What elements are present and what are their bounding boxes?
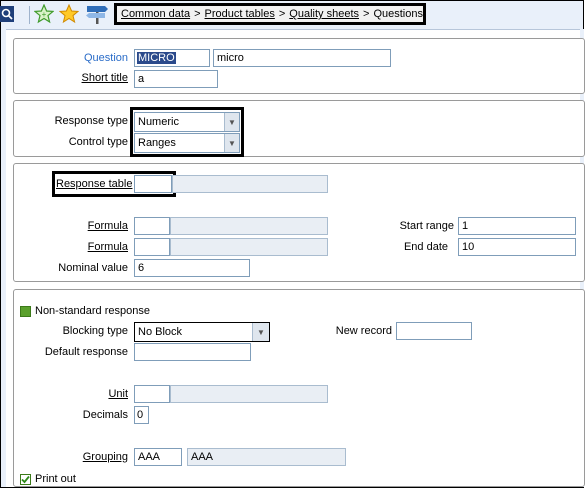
breadcrumb-separator: > xyxy=(194,8,201,20)
grouping-label[interactable]: Grouping xyxy=(60,451,128,463)
nominal-value-field[interactable]: 6 xyxy=(134,259,250,277)
default-response-field[interactable] xyxy=(134,343,251,361)
response-table-field[interactable] xyxy=(134,175,172,193)
breadcrumb-separator: > xyxy=(278,8,286,20)
favorite-add-icon[interactable]: + xyxy=(34,4,54,24)
default-response-label: Default response xyxy=(44,346,128,358)
breadcrumb-common-data[interactable]: Common data xyxy=(121,8,190,20)
response-table-description xyxy=(172,175,328,193)
formula-label-2[interactable]: Formula xyxy=(60,241,128,253)
new-record-label: New record xyxy=(335,325,392,337)
checkmark-icon xyxy=(21,475,30,483)
formula-label-1[interactable]: Formula xyxy=(60,220,128,232)
unit-field[interactable] xyxy=(134,385,170,403)
blocking-type-select[interactable]: No Block ▼ xyxy=(134,322,270,342)
breadcrumb-questions: Questions xyxy=(373,8,423,20)
breadcrumb-separator: > xyxy=(363,8,370,20)
breadcrumb: Common data > Product tables > Quality s… xyxy=(114,3,426,25)
formula-field-1[interactable] xyxy=(134,217,170,235)
grouping-code-field[interactable]: AAA xyxy=(134,448,182,466)
response-table-label[interactable]: Response table xyxy=(56,178,132,190)
print-out-option[interactable]: Print out xyxy=(20,473,76,485)
end-date-label: End date xyxy=(403,241,448,253)
response-type-value: Numeric xyxy=(138,116,179,128)
chevron-down-icon[interactable]: ▼ xyxy=(224,113,239,131)
breadcrumb-quality-sheets[interactable]: Quality sheets xyxy=(289,8,359,20)
new-record-field[interactable] xyxy=(396,322,472,340)
non-standard-response-option[interactable]: Non-standard response xyxy=(20,305,150,317)
favorite-star-icon[interactable] xyxy=(59,4,79,24)
non-standard-response-label: Non-standard response xyxy=(35,305,150,317)
short-title-field[interactable]: a xyxy=(134,70,218,88)
print-out-label: Print out xyxy=(35,473,76,485)
grouping-description: AAA xyxy=(187,448,346,466)
decimals-label: Decimals xyxy=(82,409,128,421)
chevron-down-icon[interactable]: ▼ xyxy=(224,134,239,152)
nominal-value-label: Nominal value xyxy=(58,262,128,274)
question-label: Question xyxy=(83,52,128,64)
formula-description-1 xyxy=(170,217,328,235)
formula-field-2[interactable] xyxy=(134,238,170,256)
control-type-label: Control type xyxy=(68,136,128,148)
blocking-type-value: No Block xyxy=(138,326,183,338)
blocking-type-label: Blocking type xyxy=(62,325,128,337)
start-range-label: Start range xyxy=(399,220,454,232)
response-type-select[interactable]: Numeric ▼ xyxy=(134,112,240,132)
question-description-field[interactable]: micro xyxy=(213,49,391,67)
decimals-field[interactable]: 0 xyxy=(134,406,149,424)
chevron-down-icon[interactable]: ▼ xyxy=(252,323,269,341)
formula-description-2 xyxy=(170,238,328,256)
start-range-field[interactable]: 1 xyxy=(458,217,576,235)
control-type-value: Ranges xyxy=(138,137,176,149)
toolbar-separator xyxy=(29,6,30,24)
unit-label[interactable]: Unit xyxy=(60,388,128,400)
response-type-label: Response type xyxy=(54,115,128,127)
signpost-icon[interactable] xyxy=(85,4,109,24)
question-code-field[interactable]: MICRO xyxy=(134,49,210,67)
control-type-select[interactable]: Ranges ▼ xyxy=(134,133,240,153)
left-strip xyxy=(1,29,6,487)
breadcrumb-product-tables[interactable]: Product tables xyxy=(205,8,275,20)
search-icon[interactable] xyxy=(0,4,14,24)
non-standard-response-indicator-icon[interactable] xyxy=(20,305,31,317)
short-title-label[interactable]: Short title xyxy=(40,72,128,84)
print-out-checkbox[interactable] xyxy=(20,473,31,485)
unit-description xyxy=(170,385,328,403)
end-date-field[interactable]: 10 xyxy=(458,238,576,256)
type-panel xyxy=(13,100,585,157)
svg-text:+: + xyxy=(42,10,47,19)
question-code-value: MICRO xyxy=(137,52,176,64)
